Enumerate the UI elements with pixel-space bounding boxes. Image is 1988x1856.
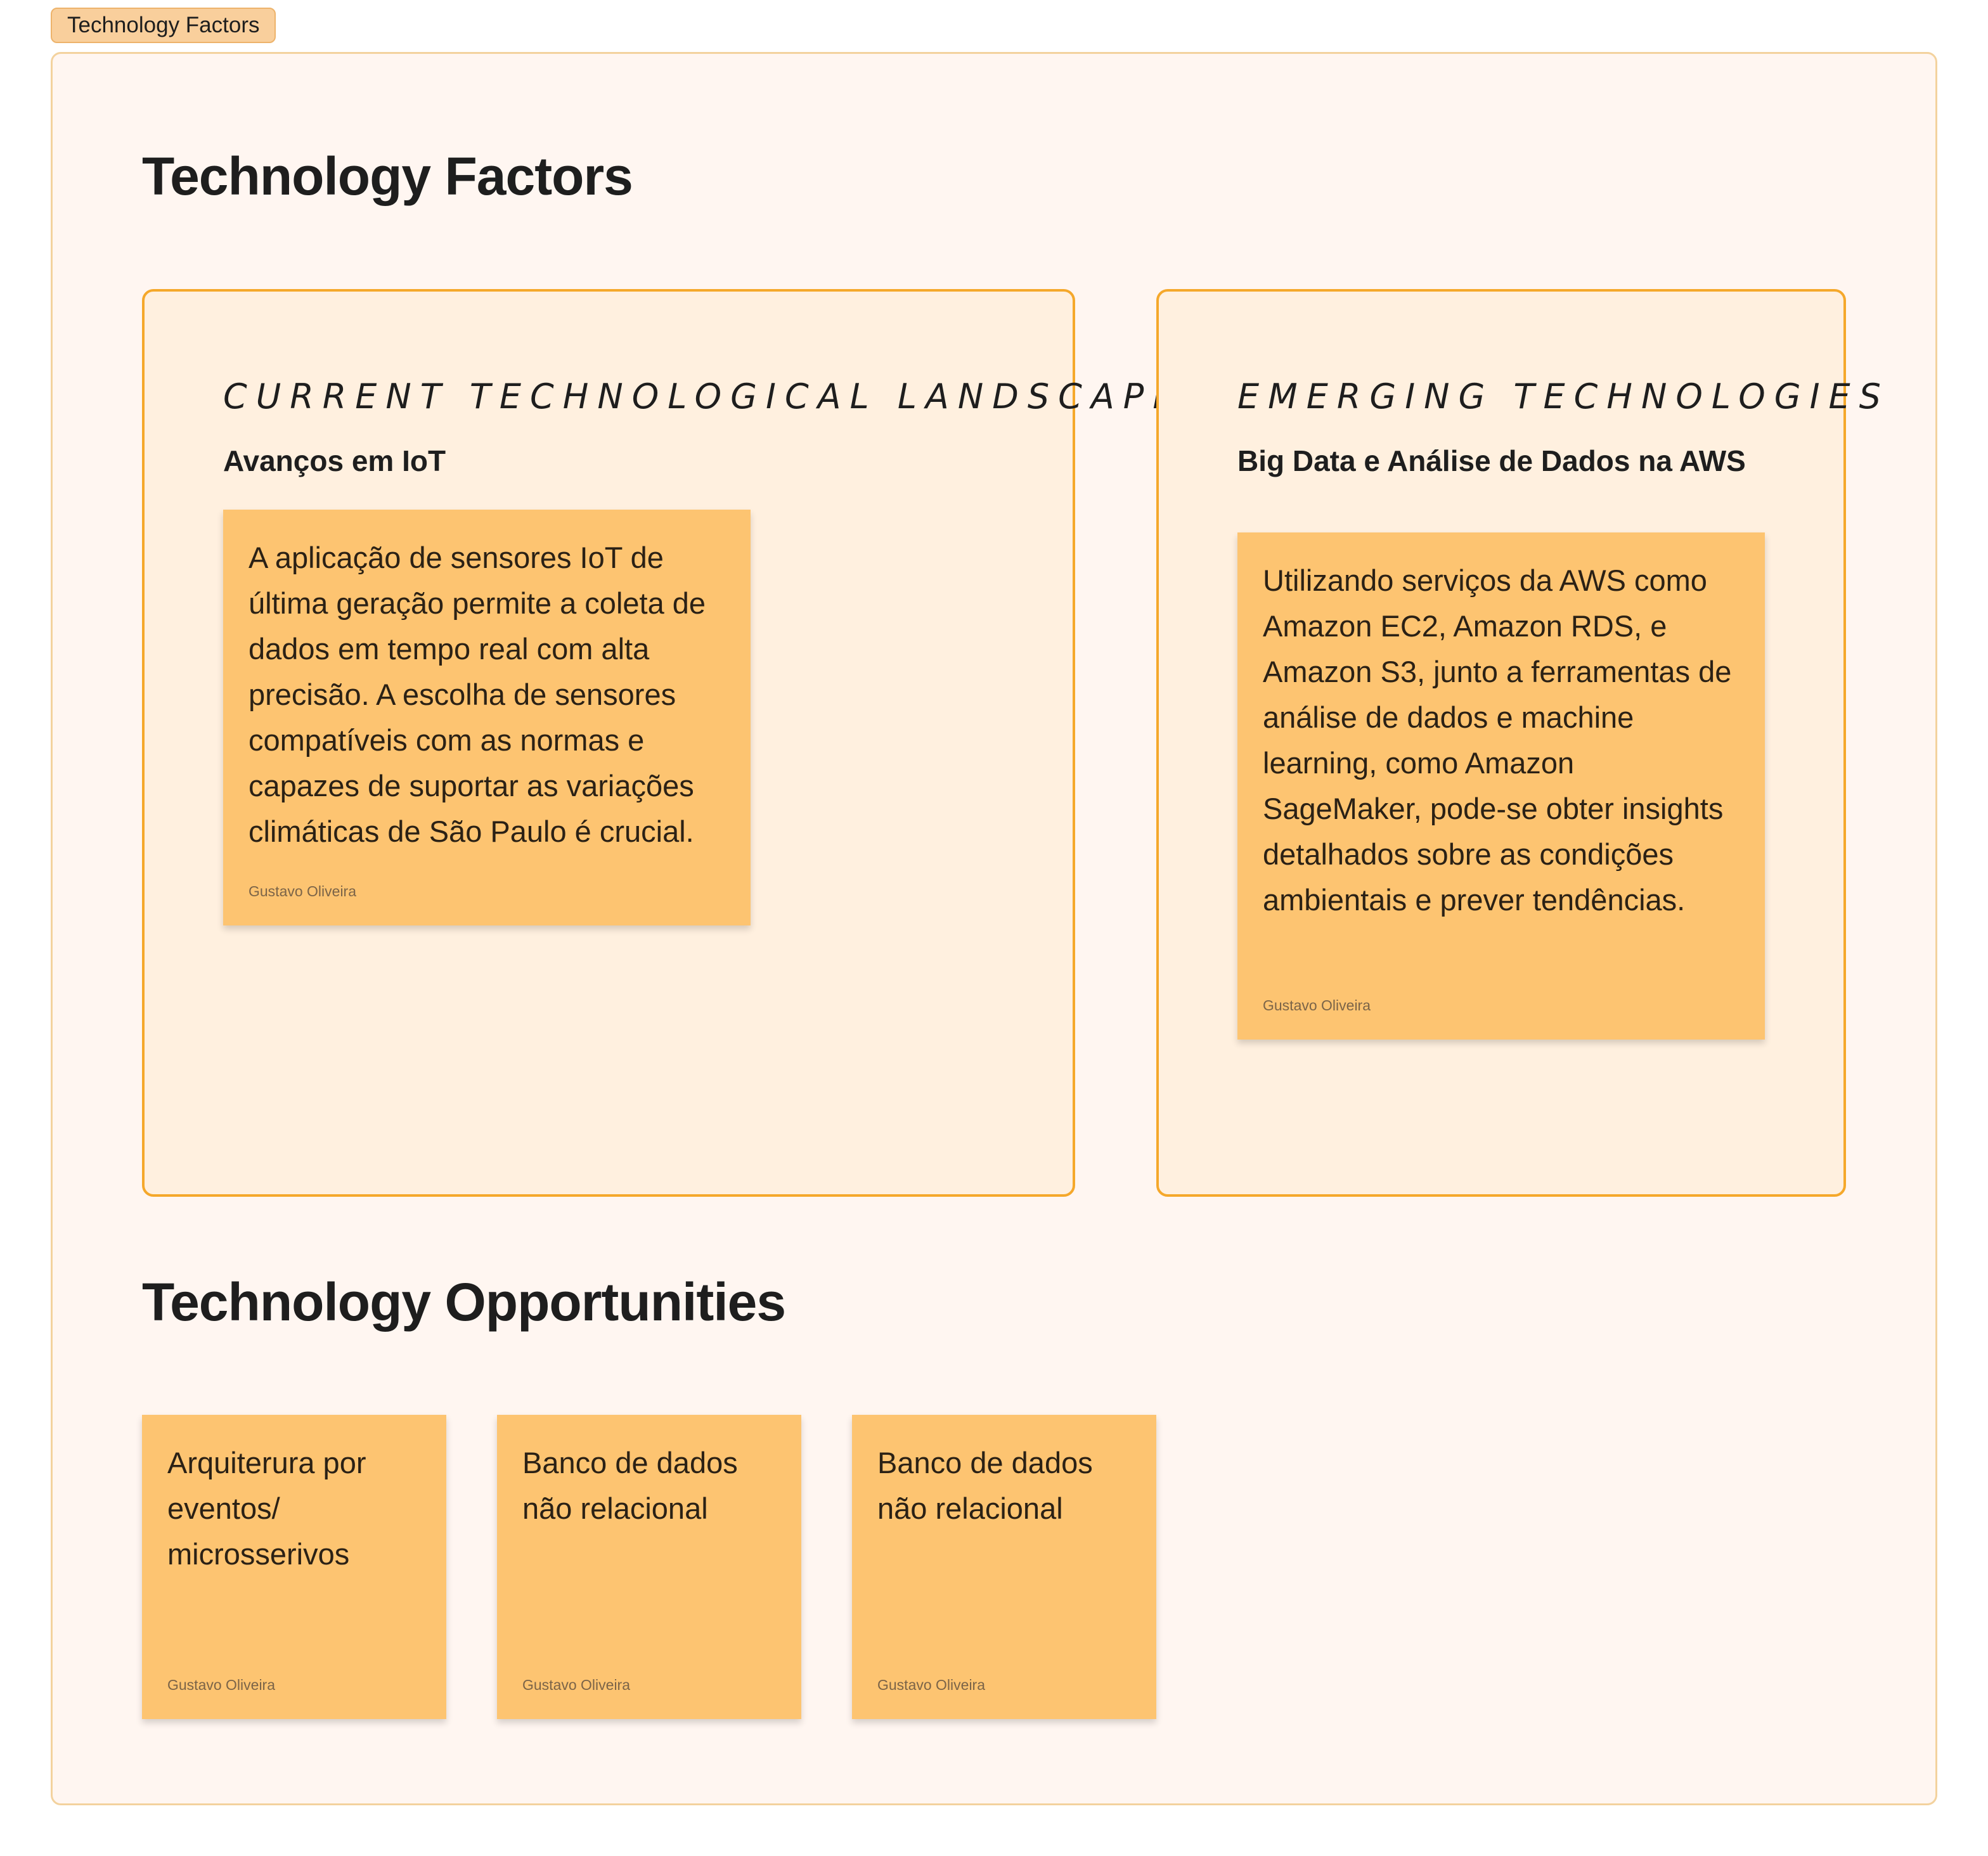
card-subheading-big-data: Big Data e Análise de Dados na AWS bbox=[1237, 444, 1746, 477]
sticky-note-opportunity-1[interactable]: Arquiterura por eventos/ microsserivos G… bbox=[142, 1415, 446, 1719]
sticky-note-opportunity-2[interactable]: Banco de dados não relacional Gustavo Ol… bbox=[497, 1415, 801, 1719]
section-title-technology-opportunities: Technology Opportunities bbox=[142, 1272, 786, 1332]
sticky-note-author: Gustavo Oliveira bbox=[877, 1677, 986, 1693]
sticky-note-opportunity-3[interactable]: Banco de dados não relacional Gustavo Ol… bbox=[852, 1415, 1156, 1719]
sticky-note-text: Utilizando serviços da AWS como Amazon E… bbox=[1263, 564, 1732, 917]
sticky-note-author: Gustavo Oliveira bbox=[1263, 997, 1371, 1014]
sticky-note-text: Banco de dados não relacional bbox=[877, 1446, 1093, 1525]
card-heading-emerging-technologies: Emerging Technologies bbox=[1237, 377, 1890, 416]
card-heading-current-landscape: Current Technological Landscape bbox=[223, 377, 1184, 416]
sticky-note-text: A aplicação de sensores IoT de última ge… bbox=[248, 541, 706, 848]
sticky-note-author: Gustavo Oliveira bbox=[167, 1677, 276, 1693]
sticky-note-aws[interactable]: Utilizando serviços da AWS como Amazon E… bbox=[1237, 532, 1765, 1040]
sticky-note-text: Banco de dados não relacional bbox=[522, 1446, 738, 1525]
card-subheading-iot: Avanços em IoT bbox=[223, 444, 446, 477]
sticky-note-text: Arquiterura por eventos/ microsserivos bbox=[167, 1446, 366, 1571]
sticky-note-author: Gustavo Oliveira bbox=[248, 883, 357, 899]
sticky-note-author: Gustavo Oliveira bbox=[522, 1677, 631, 1693]
frame-label-tab[interactable]: Technology Factors bbox=[51, 8, 276, 43]
sticky-note-iot[interactable]: A aplicação de sensores IoT de última ge… bbox=[223, 510, 751, 925]
section-title-technology-factors: Technology Factors bbox=[142, 146, 633, 206]
